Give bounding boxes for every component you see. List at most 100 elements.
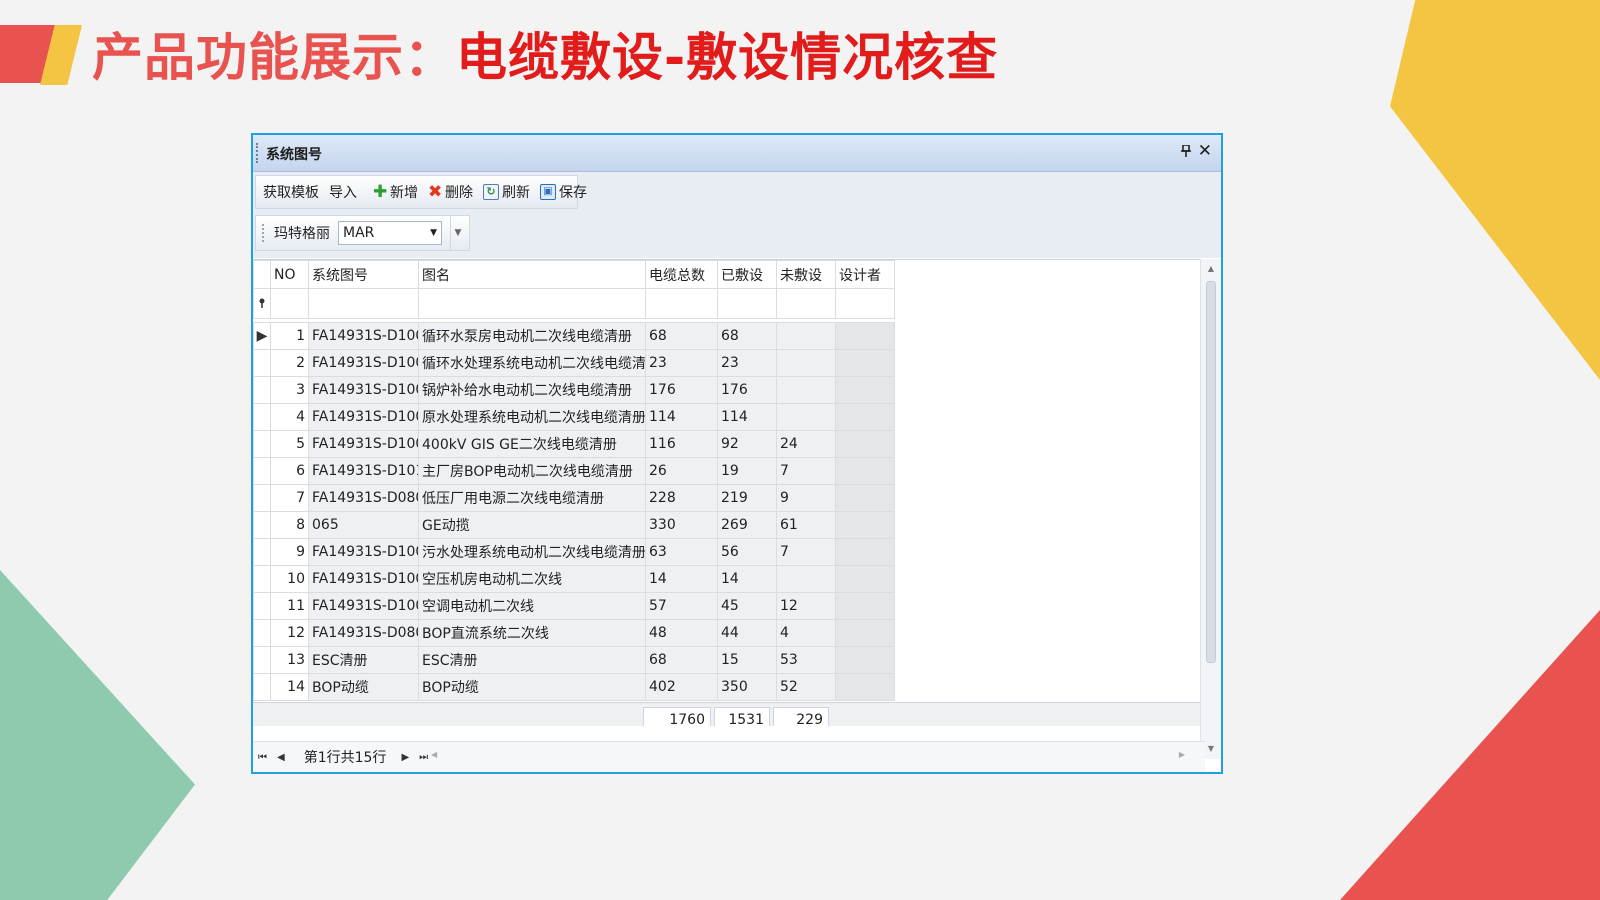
cell-unlaid[interactable]	[776, 376, 836, 404]
auto-filter-row[interactable]	[253, 288, 895, 319]
cell-laid[interactable]: 269	[717, 511, 777, 539]
cell-unlaid[interactable]: 9	[776, 484, 836, 512]
row-indicator[interactable]	[253, 565, 271, 593]
cell-cable-total[interactable]: 116	[645, 430, 718, 458]
scroll-left-icon[interactable]: ◀	[431, 750, 437, 759]
cell-system-code[interactable]: FA14931S-D1009	[308, 430, 419, 458]
cell-system-code[interactable]: FA14931S-D1004	[308, 592, 419, 620]
cell-unlaid[interactable]: 52	[776, 673, 836, 701]
header-unlaid[interactable]: 未敷设	[776, 260, 836, 289]
cell-system-code[interactable]: FA14931S-D0803	[308, 484, 419, 512]
cell-laid[interactable]: 92	[717, 430, 777, 458]
cell-drawing-name[interactable]: BOP动缆	[418, 673, 646, 701]
cell-cable-total[interactable]: 63	[645, 538, 718, 566]
cell-cable-total[interactable]: 48	[645, 619, 718, 647]
cell-designer[interactable]	[835, 565, 895, 593]
cell-system-code[interactable]: 065	[308, 511, 419, 539]
table-row[interactable]: 7FA14931S-D0803低压厂用电源二次线电缆清册2282199	[253, 484, 895, 512]
cell-drawing-name[interactable]: 循环水泵房电动机二次线电缆清册	[418, 322, 646, 350]
row-indicator[interactable]	[253, 484, 271, 512]
cell-no[interactable]: 7	[270, 484, 309, 512]
cell-drawing-name[interactable]: 400kV GIS GE二次线电缆清册	[418, 430, 646, 458]
cell-unlaid[interactable]	[776, 565, 836, 593]
cell-cable-total[interactable]: 68	[645, 646, 718, 674]
cell-system-code[interactable]: FA14931S-D1001	[308, 376, 419, 404]
cell-cable-total[interactable]: 114	[645, 403, 718, 431]
cell-no[interactable]: 9	[270, 538, 309, 566]
scroll-right-icon[interactable]: ▶	[1179, 750, 1185, 759]
cell-no[interactable]: 13	[270, 646, 309, 674]
cell-designer[interactable]	[835, 403, 895, 431]
cell-system-code[interactable]: FA14931S-D1006	[308, 538, 419, 566]
cell-designer[interactable]	[835, 619, 895, 647]
row-indicator[interactable]	[253, 376, 271, 404]
cell-laid[interactable]: 19	[717, 457, 777, 485]
scroll-up-icon[interactable]: ▲	[1201, 261, 1221, 277]
get-template-button[interactable]: 获取模板	[259, 180, 323, 204]
cell-designer[interactable]	[835, 511, 895, 539]
filter-cell[interactable]	[835, 288, 895, 319]
row-indicator[interactable]	[253, 538, 271, 566]
cell-drawing-name[interactable]: 低压厂用电源二次线电缆清册	[418, 484, 646, 512]
cell-drawing-name[interactable]: 空调电动机二次线	[418, 592, 646, 620]
row-indicator[interactable]	[253, 511, 271, 539]
cell-system-code[interactable]: FA14931S-D0802	[308, 619, 419, 647]
cell-drawing-name[interactable]: BOP直流系统二次线	[418, 619, 646, 647]
cell-system-code[interactable]: FA14931S-D1007	[308, 403, 419, 431]
vertical-scrollbar[interactable]: ▲ ▼	[1200, 259, 1221, 759]
cell-unlaid[interactable]: 24	[776, 430, 836, 458]
table-row[interactable]: ▶1FA14931S-D1005循环水泵房电动机二次线电缆清册6868	[253, 322, 895, 350]
header-system-code[interactable]: 系统图号	[308, 260, 419, 289]
cell-unlaid[interactable]	[776, 403, 836, 431]
cell-laid[interactable]: 68	[717, 322, 777, 350]
table-row[interactable]: 6FA14931S-D1010主厂房BOP电动机二次线电缆清册26197	[253, 457, 895, 485]
cell-system-code[interactable]: BOP动缆	[308, 673, 419, 701]
save-button[interactable]: ▣ 保存	[536, 180, 591, 204]
cell-designer[interactable]	[835, 592, 895, 620]
cell-drawing-name[interactable]: 锅炉补给水电动机二次线电缆清册	[418, 376, 646, 404]
cell-designer[interactable]	[835, 430, 895, 458]
add-button[interactable]: ✚ 新增	[369, 180, 422, 204]
filter-cell[interactable]	[645, 288, 718, 319]
cell-cable-total[interactable]: 26	[645, 457, 718, 485]
delete-button[interactable]: ✖ 删除	[424, 180, 477, 204]
cell-laid[interactable]: 176	[717, 376, 777, 404]
filter-cell[interactable]	[717, 288, 777, 319]
cell-laid[interactable]: 219	[717, 484, 777, 512]
horizontal-scrollbar[interactable]: ◀ ▶	[431, 750, 1185, 759]
cell-designer[interactable]	[835, 538, 895, 566]
cell-no[interactable]: 10	[270, 565, 309, 593]
cell-system-code[interactable]: FA14931S-D1005	[308, 322, 419, 350]
cell-system-code[interactable]: FA14931S-D1010	[308, 457, 419, 485]
cell-no[interactable]: 3	[270, 376, 309, 404]
header-laid[interactable]: 已敷设	[717, 260, 777, 289]
filter-combobox[interactable]: MAR ▼	[338, 221, 442, 245]
header-drawing-name[interactable]: 图名	[418, 260, 646, 289]
row-indicator[interactable]	[253, 403, 271, 431]
cell-unlaid[interactable]: 4	[776, 619, 836, 647]
cell-no[interactable]: 6	[270, 457, 309, 485]
cell-no[interactable]: 11	[270, 592, 309, 620]
cell-unlaid[interactable]	[776, 349, 836, 377]
header-no[interactable]: NO	[270, 260, 309, 289]
cell-no[interactable]: 5	[270, 430, 309, 458]
cell-designer[interactable]	[835, 457, 895, 485]
cell-drawing-name[interactable]: 主厂房BOP电动机二次线电缆清册	[418, 457, 646, 485]
cell-laid[interactable]: 350	[717, 673, 777, 701]
toolbar-overflow-icon[interactable]: ▼	[450, 216, 465, 250]
cell-unlaid[interactable]: 7	[776, 538, 836, 566]
row-indicator[interactable]	[253, 673, 271, 701]
cell-cable-total[interactable]: 57	[645, 592, 718, 620]
table-row[interactable]: 2FA14931S-D1008循环水处理系统电动机二次线电缆清册2323	[253, 349, 895, 377]
table-row[interactable]: 10FA14931S-D1003空压机房电动机二次线1414	[253, 565, 895, 593]
cell-cable-total[interactable]: 330	[645, 511, 718, 539]
filter-grip-icon[interactable]	[262, 224, 266, 242]
pin-icon[interactable]	[1181, 143, 1191, 161]
scroll-thumb[interactable]	[1206, 281, 1216, 663]
drag-grip-icon[interactable]	[256, 143, 260, 163]
filter-cell[interactable]	[776, 288, 836, 319]
refresh-button[interactable]: ↻ 刷新	[479, 180, 534, 204]
cell-system-code[interactable]: FA14931S-D1003	[308, 565, 419, 593]
cell-no[interactable]: 4	[270, 403, 309, 431]
cell-drawing-name[interactable]: ESC清册	[418, 646, 646, 674]
